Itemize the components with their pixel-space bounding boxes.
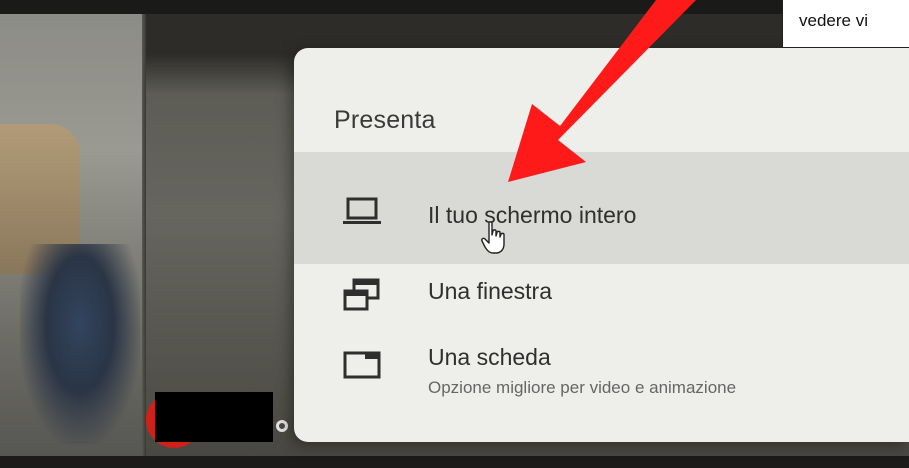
tab-icon <box>343 351 381 379</box>
menu-item-label: Il tuo schermo intero <box>428 202 637 228</box>
window-icon <box>343 278 380 311</box>
menu-item-window[interactable]: Una finestra <box>294 264 909 334</box>
menu-item-sublabel: Opzione migliore per video e animazione <box>428 378 737 397</box>
present-menu: Presenta Il tuo schermo intero Una fines… <box>294 48 909 442</box>
caption-note: vedere vi <box>782 0 909 48</box>
menu-item-tab[interactable]: Una scheda Opzione migliore per video e … <box>294 334 909 424</box>
caption-text: vedere vi <box>799 11 868 30</box>
menu-item-label: Una scheda <box>428 344 551 370</box>
redaction-box <box>155 392 273 442</box>
menu-item-label: Una finestra <box>428 278 553 304</box>
laptop-icon <box>343 197 381 224</box>
top-bezel <box>0 0 909 14</box>
hand-pointer-icon <box>481 221 505 254</box>
bottom-bezel <box>0 456 909 468</box>
participant-video-tile-left <box>0 14 142 468</box>
partial-control-icon <box>276 420 288 432</box>
menu-title: Presenta <box>334 106 436 134</box>
background-object <box>20 244 140 444</box>
menu-item-entire-screen[interactable]: Il tuo schermo intero <box>294 152 909 264</box>
